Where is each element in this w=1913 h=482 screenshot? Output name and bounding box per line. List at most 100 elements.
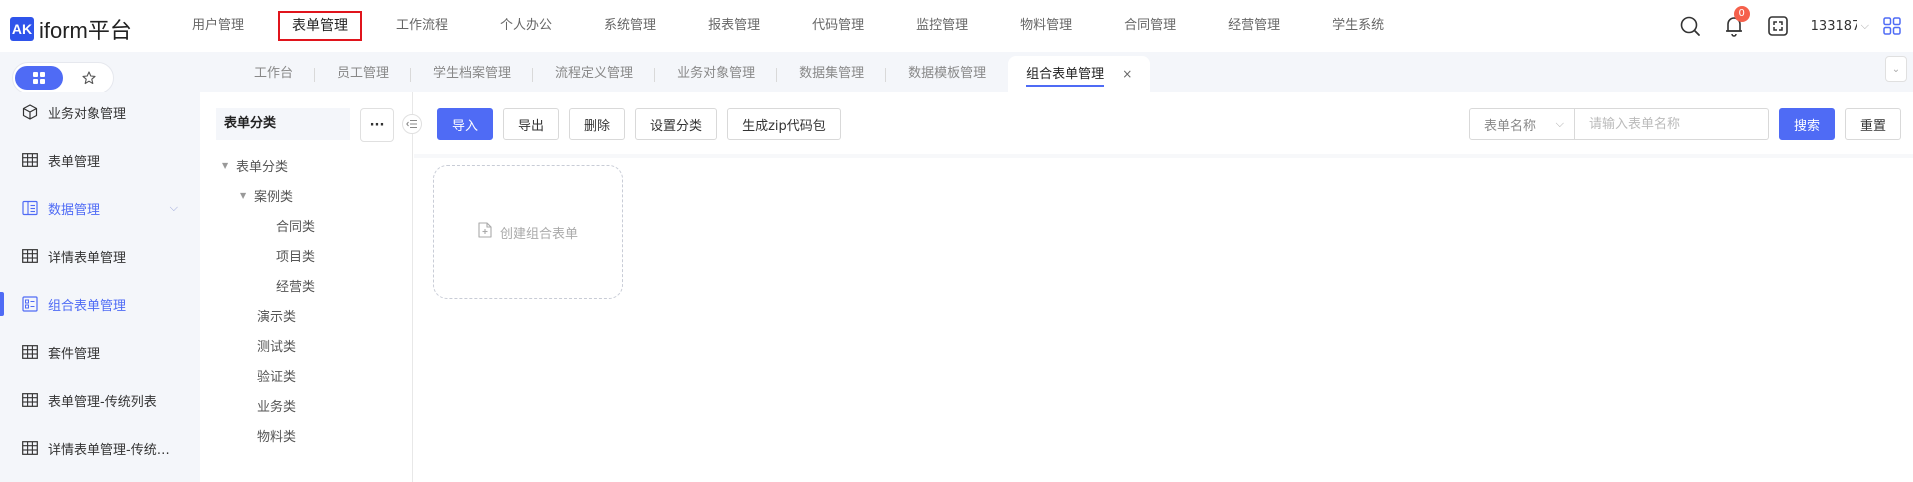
search-field-select[interactable]: 表单名称 ⌵: [1468, 108, 1575, 140]
sidebar-item-suite-management[interactable]: 套件管理: [0, 332, 200, 372]
tab-dataset-management[interactable]: 数据集管理: [777, 56, 887, 92]
page-tabs: 工作台 员工管理 学生档案管理 流程定义管理 业务对象管理 数据集管理 数据模板…: [232, 56, 1151, 92]
tree-node-form-category[interactable]: ▼ 表单分类: [222, 156, 288, 175]
category-tree-panel: 表单分类 ··· ▼ 表单分类 ▼ 案例类 合同类 项目类 经营类 演示类 测试…: [200, 92, 413, 482]
tree-node-contract[interactable]: 合同类: [276, 216, 315, 235]
reset-button[interactable]: 重置: [1844, 108, 1901, 140]
create-combo-form-card[interactable]: 创建组合表单: [433, 165, 623, 299]
search-icon[interactable]: [1679, 15, 1701, 37]
tree-node-label: 验证类: [257, 370, 297, 385]
sidebar-item-combo-form[interactable]: 组合表单管理: [0, 284, 200, 324]
tab-active-label: 组合表单管理: [1026, 65, 1105, 87]
topnav-user-management[interactable]: 用户管理: [188, 11, 248, 41]
top-right-tools: 0 13318789 ⌵: [1679, 0, 1913, 52]
topnav-monitor-management[interactable]: 监控管理: [912, 11, 972, 41]
tree-node-project[interactable]: 项目类: [276, 246, 315, 265]
topnav-student-system[interactable]: 学生系统: [1328, 11, 1388, 41]
tabs-dropdown-icon[interactable]: ⌄: [1885, 56, 1907, 82]
import-button[interactable]: 导入: [437, 108, 494, 140]
table-icon: [22, 392, 38, 408]
tree-node-label: 项目类: [276, 250, 316, 265]
close-icon[interactable]: ×: [1122, 67, 1132, 81]
tree-node-label: 案例类: [254, 190, 294, 205]
tab-workbench[interactable]: 工作台: [232, 56, 316, 92]
tab-data-template[interactable]: 数据模板管理: [886, 56, 1008, 92]
caret-down-icon[interactable]: ▼: [222, 161, 230, 170]
grid-view-icon[interactable]: [15, 66, 63, 90]
notification-badge: 0: [1733, 6, 1750, 22]
table-icon: [22, 344, 38, 360]
sidebar-item-form-legacy-list[interactable]: 表单管理-传统列表: [0, 380, 200, 420]
user-name[interactable]: 13318789: [1811, 19, 1857, 34]
cube-icon: [22, 104, 38, 120]
data-icon: [22, 200, 38, 216]
tree-node-verify[interactable]: 验证类: [257, 366, 296, 385]
apps-grid-icon[interactable]: [1881, 15, 1903, 37]
topnav-code-management[interactable]: 代码管理: [808, 11, 868, 41]
sidebar-item-label: 组合表单管理: [48, 298, 127, 314]
top-header: AK iform平台 用户管理 表单管理 工作流程 个人办公 系统管理 报表管理…: [0, 0, 1913, 52]
topnav-report-management[interactable]: 报表管理: [704, 11, 764, 41]
delete-button[interactable]: 删除: [569, 108, 626, 140]
sidebar-item-detail-form[interactable]: 详情表单管理: [0, 236, 200, 276]
sidebar-item-form-management[interactable]: 表单管理: [0, 140, 200, 180]
create-card-label: 创建组合表单: [499, 226, 578, 242]
tree-node-label: 演示类: [257, 310, 297, 325]
export-button[interactable]: 导出: [503, 108, 560, 140]
combo-form-icon: [22, 296, 38, 312]
tree-node-label: 测试类: [257, 340, 297, 355]
star-icon[interactable]: [65, 66, 113, 90]
tree-node-case[interactable]: ▼ 案例类: [240, 186, 293, 205]
topnav-system-management[interactable]: 系统管理: [600, 11, 660, 41]
sidebar-item-label: 详情表单管理: [48, 250, 127, 266]
topnav-workflow[interactable]: 工作流程: [392, 11, 452, 41]
logo-text: iform平台: [39, 18, 132, 43]
tree-node-label: 表单分类: [236, 160, 289, 175]
topnav-form-management[interactable]: 表单管理: [278, 11, 363, 41]
logo[interactable]: AK iform平台: [10, 13, 132, 45]
search-button[interactable]: 搜索: [1778, 108, 1835, 140]
bell-icon[interactable]: 0: [1723, 6, 1750, 37]
logo-mark: AK: [10, 17, 34, 41]
search-bar: 表单名称 ⌵ 搜索 重置: [1468, 108, 1901, 140]
search-field-label: 表单名称: [1483, 118, 1536, 134]
tree-node-label: 合同类: [276, 220, 316, 235]
main-panel: 表单分类 ··· ▼ 表单分类 ▼ 案例类 合同类 项目类 经营类 演示类 测试…: [200, 92, 1913, 482]
fullscreen-icon[interactable]: [1767, 15, 1789, 37]
topnav-operation-management[interactable]: 经营管理: [1224, 11, 1284, 41]
topnav-material-management[interactable]: 物料管理: [1016, 11, 1076, 41]
tab-process-definition[interactable]: 流程定义管理: [533, 56, 656, 92]
sidebar-item-business-object[interactable]: 业务对象管理: [0, 92, 200, 132]
sidebar-item-data-management[interactable]: 数据管理 ⌵: [0, 188, 200, 228]
topnav-contract-management[interactable]: 合同管理: [1120, 11, 1180, 41]
content-divider: [414, 154, 1913, 158]
tree-node-business[interactable]: 业务类: [257, 396, 296, 415]
more-options-button[interactable]: ···: [360, 108, 394, 142]
sidebar-item-label: 表单管理: [48, 154, 101, 170]
search-input[interactable]: [1574, 108, 1769, 140]
table-icon: [22, 248, 38, 264]
topnav-personal-office[interactable]: 个人办公: [496, 11, 556, 41]
tree-node-operation[interactable]: 经营类: [276, 276, 315, 295]
tab-employee-management[interactable]: 员工管理: [315, 56, 412, 92]
chevron-down-icon[interactable]: ⌵: [1861, 19, 1869, 33]
tree-node-demo[interactable]: 演示类: [257, 306, 296, 325]
set-category-button[interactable]: 设置分类: [635, 108, 718, 140]
tree-node-material[interactable]: 物料类: [257, 426, 296, 445]
tree-header: 表单分类: [216, 108, 350, 140]
collapse-tree-icon[interactable]: [402, 114, 422, 134]
tree-node-label: 业务类: [257, 400, 297, 415]
tab-business-object[interactable]: 业务对象管理: [655, 56, 778, 92]
caret-down-icon[interactable]: ▼: [240, 191, 248, 200]
table-icon: [22, 152, 38, 168]
sidebar-item-label: 套件管理: [48, 346, 101, 362]
sidebar-item-detail-form-legacy[interactable]: 详情表单管理-传统…: [0, 428, 200, 468]
sidebar-item-label: 表单管理-传统列表: [48, 394, 157, 410]
chevron-down-icon: ⌵: [1555, 117, 1564, 130]
generate-zip-button[interactable]: 生成zip代码包: [727, 108, 841, 140]
tab-student-archive[interactable]: 学生档案管理: [411, 56, 534, 92]
tree-node-test[interactable]: 测试类: [257, 336, 296, 355]
sidebar-item-label: 数据管理: [48, 202, 101, 218]
tab-combo-form-management[interactable]: 组合表单管理 ×: [1008, 56, 1151, 92]
chevron-down-icon: ⌵: [169, 201, 178, 214]
